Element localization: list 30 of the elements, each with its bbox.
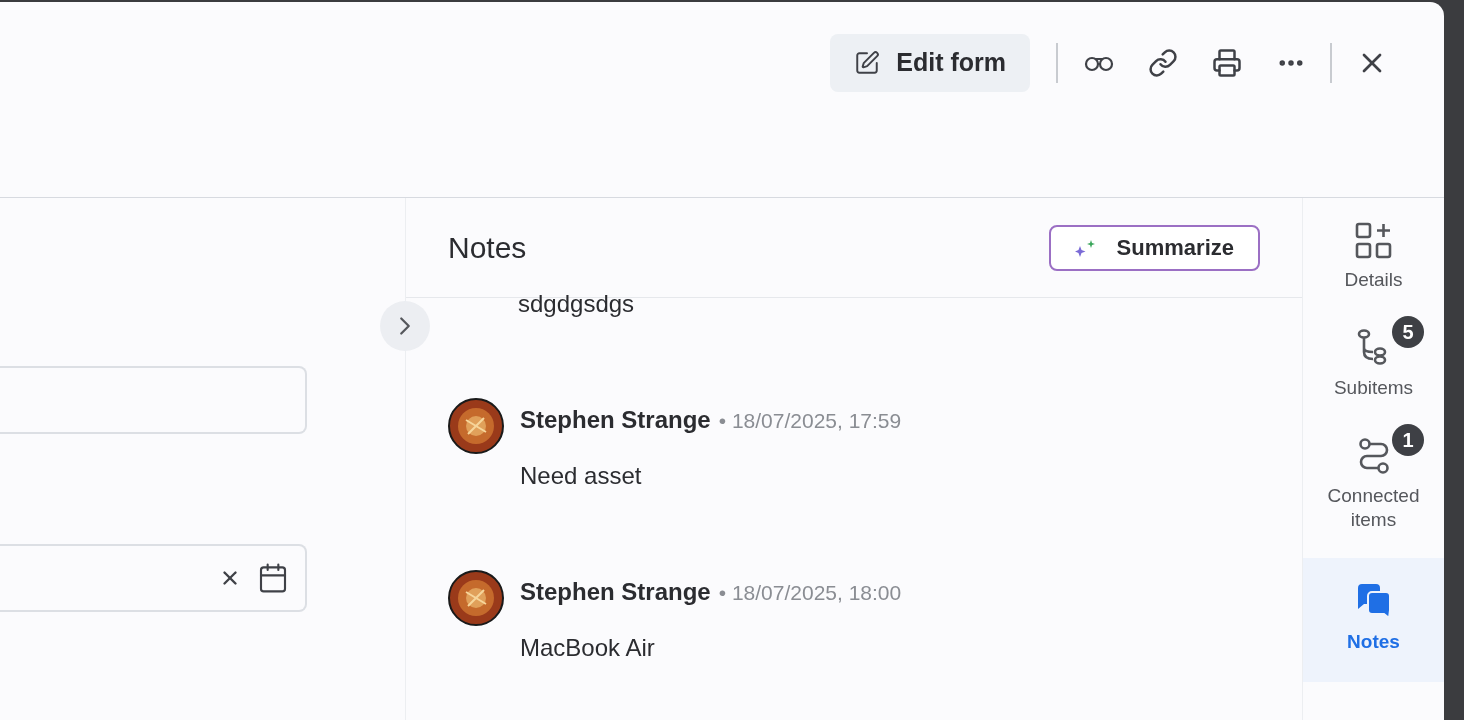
notes-title: Notes [448,230,527,266]
print-icon[interactable] [1212,48,1242,78]
sidebar-label: Connected items [1326,484,1421,532]
avatar [448,570,504,626]
date-field[interactable] [0,544,307,612]
note-text: Need asset [520,461,643,491]
note-timestamp: • 18/07/2025, 17:59 [718,408,902,434]
sidebar-tab[interactable]: Connected items 1 [1303,412,1444,544]
avatar [448,398,504,454]
sidebar-tab[interactable]: Notes [1303,558,1444,682]
sidebar-label: Subitems [1332,376,1415,400]
note-text: sdgdgsdgs [518,289,636,319]
grid-plus-icon [1354,222,1393,260]
note-author: Stephen Strange [520,405,711,435]
sidebar-label: Details [1343,268,1404,292]
binoculars-icon[interactable] [1084,54,1114,72]
link-icon[interactable] [1148,48,1178,78]
sidebar-tab[interactable]: Details [1303,198,1444,304]
note-timestamp: • 18/07/2025, 18:00 [718,580,902,606]
count-badge: 5 [1392,316,1424,348]
calendar-icon[interactable] [257,562,289,594]
sidebar-tab[interactable]: Subitems 5 [1303,304,1444,412]
summarize-button[interactable]: Summarize [1048,224,1260,271]
note-author: Stephen Strange [520,577,711,607]
edit-form-button[interactable]: Edit form [830,34,1030,92]
count-badge: 1 [1392,424,1424,456]
edit-icon [854,50,881,76]
note-text: MacBook Air [520,633,656,663]
sidebar-label: Notes [1346,630,1401,654]
input-field[interactable] [0,366,307,434]
